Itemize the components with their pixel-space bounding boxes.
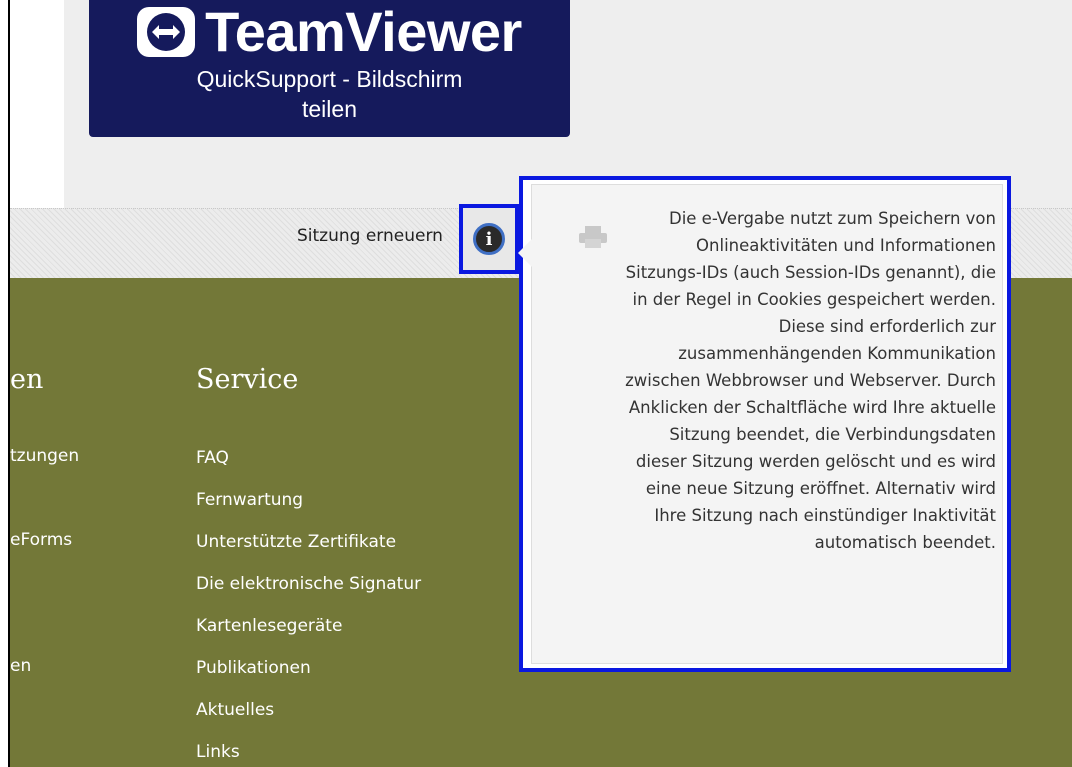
footer-left-column-title: en [10, 364, 44, 395]
footer-link-links[interactable]: Links [196, 742, 240, 762]
footer-link-publikationen[interactable]: Publikationen [196, 658, 311, 678]
tooltip-line: Ihre Sitzung nach einstündiger Inaktivit… [654, 506, 996, 525]
page-left-gutter [10, 0, 64, 208]
footer-left-link-3[interactable]: en [10, 656, 31, 676]
tooltip-line: dieser Sitzung werden gelöscht und es wi… [635, 452, 996, 471]
session-info-button[interactable]: i [459, 204, 519, 274]
info-icon: i [473, 223, 505, 255]
browser-viewport: TeamViewer QuickSupport - Bildschirm tei… [8, 0, 1072, 767]
tooltip-line: Sitzung beendet, die Verbindungsdaten [669, 425, 996, 444]
footer-left-link-2[interactable]: eForms [10, 530, 72, 550]
footer-link-kartenlesegeraete[interactable]: Kartenlesegeräte [196, 616, 342, 636]
teamviewer-subtitle-line2: teilen [302, 96, 357, 122]
footer-service-title: Service [196, 364, 299, 395]
footer-link-faq[interactable]: FAQ [196, 448, 229, 468]
tooltip-body: Die e-Vergabe nutzt zum Speichern von On… [518, 184, 1003, 664]
tooltip-line: Sitzungs-IDs (auch Session-IDs genannt),… [625, 263, 996, 282]
footer-left-link-1[interactable]: tzungen [10, 446, 79, 466]
footer-link-aktuelles[interactable]: Aktuelles [196, 700, 274, 720]
session-renew-label[interactable]: Sitzung erneuern [297, 226, 443, 246]
teamviewer-logo: TeamViewer [89, 2, 570, 62]
tooltip-line: eine neue Sitzung eröffnet. Alternativ w… [645, 479, 996, 498]
tooltip-line: Anklicken der Schaltfläche wird Ihre akt… [628, 398, 996, 417]
teamviewer-arrows-icon [137, 7, 196, 57]
footer-service-list: FAQ Fernwartung Unterstützte Zertifikate… [196, 444, 421, 767]
teamviewer-brand-text: TeamViewer [205, 0, 522, 63]
tooltip-line: zwischen Webbrowser und Webserver. Durch [625, 371, 996, 390]
footer-link-signatur[interactable]: Die elektronische Signatur [196, 574, 421, 594]
teamviewer-quicksupport-link[interactable]: TeamViewer QuickSupport - Bildschirm tei… [89, 0, 570, 137]
footer-link-fernwartung[interactable]: Fernwartung [196, 490, 303, 510]
tooltip-line: zusammenhängenden Kommunikation [678, 344, 996, 363]
tooltip-line: Diese sind erforderlich zur [778, 317, 996, 336]
session-info-tooltip: Die e-Vergabe nutzt zum Speichern von On… [518, 176, 1011, 672]
tooltip-line: Onlineaktivitäten und Informationen [696, 236, 996, 255]
tooltip-pointer [518, 239, 532, 267]
teamviewer-subtitle-line1: QuickSupport - Bildschirm [196, 66, 463, 92]
tooltip-text: Die e-Vergabe nutzt zum Speichern von On… [546, 205, 996, 556]
teamviewer-subtitle: QuickSupport - Bildschirm teilen [89, 64, 570, 124]
tooltip-line: in der Regel in Cookies gespeichert werd… [632, 290, 996, 309]
tooltip-line: Die e-Vergabe nutzt zum Speichern von [668, 209, 996, 228]
tooltip-line: automatisch beendet. [814, 533, 996, 552]
footer-link-zertifikate[interactable]: Unterstützte Zertifikate [196, 532, 396, 552]
